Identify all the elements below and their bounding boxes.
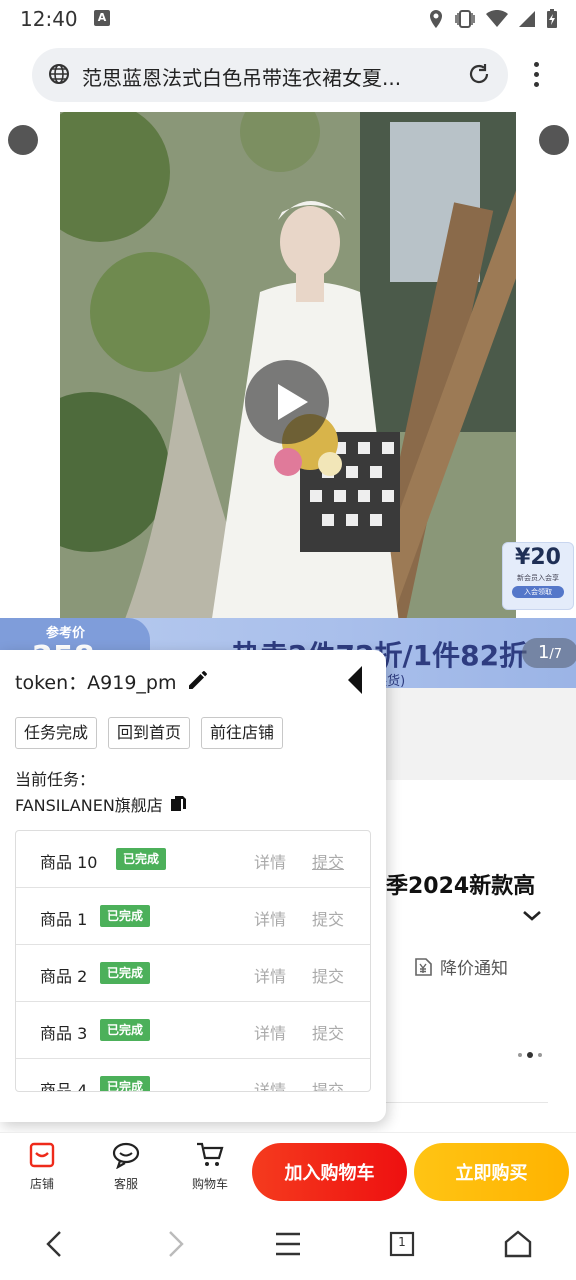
list-item: 商品 4 已完成 详情 提交 bbox=[16, 1059, 370, 1092]
address-bar[interactable]: 范思蓝恩法式白色吊带连衣裙女夏... bbox=[32, 48, 508, 102]
tab-service-label: 客服 bbox=[113, 1177, 138, 1191]
carousel-dots bbox=[518, 1052, 542, 1058]
chat-icon bbox=[112, 1142, 140, 1170]
page-title: 范思蓝恩法式白色吊带连衣裙女夏... bbox=[82, 66, 402, 90]
item-name: 商品 3 bbox=[40, 1024, 88, 1043]
tabs-icon[interactable]: 1 bbox=[384, 1226, 420, 1262]
store-icon bbox=[29, 1142, 55, 1168]
reference-price-label: 参考价 bbox=[46, 626, 86, 641]
status-badge: 已完成 bbox=[116, 848, 167, 870]
back-button[interactable] bbox=[8, 125, 38, 155]
submit-link[interactable]: 提交 bbox=[312, 1020, 344, 1044]
image-total: /7 bbox=[549, 647, 563, 662]
menu-icon[interactable] bbox=[270, 1226, 306, 1262]
back-icon[interactable] bbox=[38, 1226, 74, 1262]
copy-icon[interactable] bbox=[169, 795, 187, 813]
status-badge: 已完成 bbox=[100, 1019, 151, 1041]
price-tag-icon bbox=[415, 957, 432, 976]
tab-customer-service[interactable]: 客服 bbox=[96, 1141, 156, 1192]
tab-cart-label: 购物车 bbox=[191, 1177, 228, 1191]
status-icons bbox=[428, 8, 558, 30]
coupon-claim-button[interactable]: 入会领取 bbox=[512, 586, 564, 598]
buy-now-button[interactable]: 立即购买 bbox=[414, 1143, 569, 1201]
list-item: 商品 3 已完成 详情 提交 bbox=[16, 1002, 370, 1059]
item-name: 商品 2 bbox=[40, 967, 88, 986]
price-drop-notice[interactable]: 降价通知 bbox=[412, 954, 508, 979]
location-icon bbox=[430, 10, 442, 28]
product-title: 季2024新款高 bbox=[386, 874, 536, 899]
product-task-list: 商品 10 已完成 详情 提交 商品 1 已完成 详情 提交 商品 2 已完成 … bbox=[15, 830, 371, 1092]
status-time: 12:40 bbox=[20, 7, 78, 31]
coupon-amount: ¥20 bbox=[515, 545, 561, 570]
chevron-down-icon[interactable] bbox=[522, 910, 542, 922]
vibrate-icon bbox=[455, 10, 475, 28]
image-counter: 1/7 bbox=[522, 638, 576, 668]
submit-link[interactable]: 提交 bbox=[312, 1077, 344, 1091]
list-item: 商品 10 已完成 详情 提交 bbox=[16, 831, 370, 888]
store-name: FANSILANEN旗舰店 bbox=[15, 796, 163, 815]
token-label: token： bbox=[15, 672, 88, 694]
current-task-label: 当前任务： bbox=[15, 770, 96, 789]
current-task-store: FANSILANEN旗舰店 bbox=[15, 792, 187, 816]
wifi-icon bbox=[486, 10, 508, 27]
detail-link[interactable]: 详情 bbox=[254, 1077, 286, 1091]
member-coupon[interactable]: ¥20 新会员入会享 入会领取 bbox=[502, 542, 574, 610]
notification-icon: A bbox=[94, 10, 110, 26]
battery-icon bbox=[547, 9, 557, 28]
forward-icon[interactable] bbox=[156, 1226, 192, 1262]
detail-link[interactable]: 详情 bbox=[254, 849, 286, 873]
back-home-button[interactable]: 回到首页 bbox=[108, 717, 191, 749]
detail-link[interactable]: 详情 bbox=[254, 906, 286, 930]
item-name: 商品 10 bbox=[40, 853, 98, 872]
list-item: 商品 2 已完成 详情 提交 bbox=[16, 945, 370, 1002]
system-navigation-bar: 1 bbox=[0, 1208, 576, 1280]
reload-icon[interactable] bbox=[466, 61, 492, 87]
task-panel: token：A919_pm 任务完成 回到首页 前往店铺 当前任务： FANSI… bbox=[0, 650, 386, 1122]
item-name: 商品 4 bbox=[40, 1081, 88, 1092]
submit-link[interactable]: 提交 bbox=[312, 849, 344, 873]
home-icon[interactable] bbox=[500, 1226, 536, 1262]
play-video-button[interactable] bbox=[245, 360, 329, 444]
list-item: 商品 1 已完成 详情 提交 bbox=[16, 888, 370, 945]
panel-button-row: 任务完成 回到首页 前往店铺 bbox=[15, 717, 284, 749]
tab-count: 1 bbox=[398, 1235, 406, 1249]
token-value: A919_pm bbox=[87, 672, 177, 694]
divider bbox=[386, 1102, 548, 1103]
tab-cart[interactable]: 购物车 bbox=[180, 1141, 240, 1192]
browser-menu-icon[interactable] bbox=[528, 58, 544, 94]
globe-icon bbox=[49, 64, 69, 84]
tab-store[interactable]: 店铺 bbox=[12, 1141, 72, 1192]
status-badge: 已完成 bbox=[100, 1076, 151, 1091]
collapse-panel-icon[interactable] bbox=[348, 666, 362, 694]
submit-link[interactable]: 提交 bbox=[312, 906, 344, 930]
status-badge: 已完成 bbox=[100, 905, 151, 927]
coupon-subtitle: 新会员入会享 bbox=[517, 574, 559, 582]
cart-icon bbox=[197, 1142, 224, 1166]
edit-icon[interactable] bbox=[186, 668, 210, 692]
submit-link[interactable]: 提交 bbox=[312, 963, 344, 987]
detail-link[interactable]: 详情 bbox=[254, 1020, 286, 1044]
more-button[interactable] bbox=[539, 125, 569, 155]
item-name: 商品 1 bbox=[40, 910, 88, 929]
task-complete-button[interactable]: 任务完成 bbox=[15, 717, 98, 749]
signal-icon bbox=[519, 11, 535, 27]
status-bar: 12:40 A bbox=[0, 0, 576, 40]
price-notice-label: 降价通知 bbox=[440, 959, 508, 979]
image-index: 1 bbox=[537, 642, 550, 663]
add-to-cart-button[interactable]: 加入购物车 bbox=[252, 1143, 407, 1201]
token-row: token：A919_pm bbox=[15, 668, 176, 695]
tab-store-label: 店铺 bbox=[29, 1177, 54, 1191]
status-badge: 已完成 bbox=[100, 962, 151, 984]
go-to-store-button[interactable]: 前往店铺 bbox=[201, 717, 284, 749]
browser-toolbar: 范思蓝恩法式白色吊带连衣裙女夏... bbox=[0, 40, 576, 112]
bottom-action-bar: 店铺 客服 购物车 加入购物车 立即购买 bbox=[0, 1132, 576, 1208]
detail-link[interactable]: 详情 bbox=[254, 963, 286, 987]
